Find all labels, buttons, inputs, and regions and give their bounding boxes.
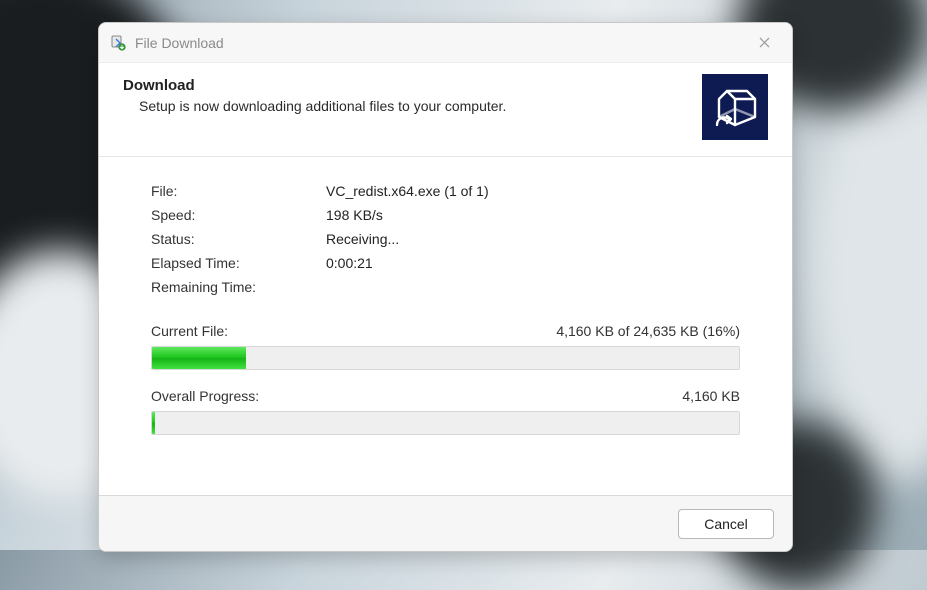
titlebar: File Download xyxy=(99,23,792,63)
close-button[interactable] xyxy=(746,29,782,57)
current-file-detail: 4,160 KB of 24,635 KB (16%) xyxy=(556,323,740,339)
window-title: File Download xyxy=(135,35,746,51)
download-banner-icon xyxy=(702,74,768,140)
info-grid: File: VC_redist.x64.exe (1 of 1) Speed: … xyxy=(151,183,740,295)
overall-detail: 4,160 KB xyxy=(682,388,740,404)
header-title: Download xyxy=(123,77,690,94)
status-value: Receiving... xyxy=(326,231,740,247)
overall-progress: Overall Progress: 4,160 KB xyxy=(151,388,740,435)
elapsed-value: 0:00:21 xyxy=(326,255,740,271)
cancel-button[interactable]: Cancel xyxy=(678,509,774,539)
overall-fill xyxy=(152,412,155,434)
dialog-body: File: VC_redist.x64.exe (1 of 1) Speed: … xyxy=(99,157,792,495)
current-file-bar xyxy=(151,346,740,370)
download-dialog: File Download Download Setup is now down… xyxy=(98,22,793,552)
speed-label: Speed: xyxy=(151,207,326,223)
close-icon xyxy=(759,37,770,48)
current-file-progress: Current File: 4,160 KB of 24,635 KB (16%… xyxy=(151,323,740,370)
status-label: Status: xyxy=(151,231,326,247)
current-file-fill xyxy=(152,347,246,369)
file-label: File: xyxy=(151,183,326,199)
installer-icon xyxy=(109,34,127,52)
current-file-label: Current File: xyxy=(151,323,228,339)
elapsed-label: Elapsed Time: xyxy=(151,255,326,271)
footer: Cancel xyxy=(99,495,792,551)
remaining-value xyxy=(326,279,740,295)
speed-value: 198 KB/s xyxy=(326,207,740,223)
file-value: VC_redist.x64.exe (1 of 1) xyxy=(326,183,740,199)
remaining-label: Remaining Time: xyxy=(151,279,326,295)
overall-label: Overall Progress: xyxy=(151,388,259,404)
overall-bar xyxy=(151,411,740,435)
header-subtitle: Setup is now downloading additional file… xyxy=(139,98,690,114)
header: Download Setup is now downloading additi… xyxy=(99,63,792,157)
